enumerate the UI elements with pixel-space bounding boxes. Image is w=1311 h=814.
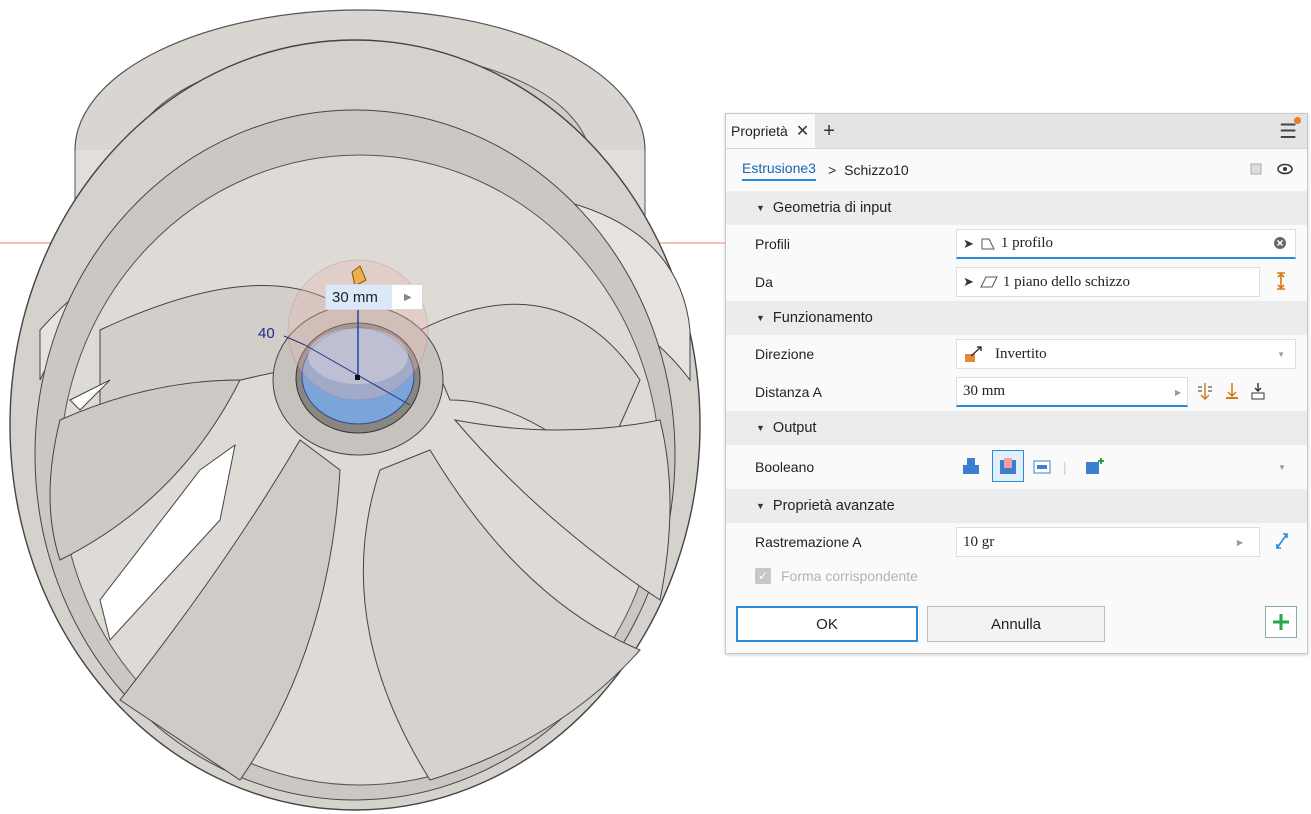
- add-button[interactable]: [1265, 606, 1297, 638]
- section-title: Output: [772, 420, 817, 436]
- section-output[interactable]: ▼ Output: [726, 411, 1307, 445]
- plane-icon: [980, 276, 998, 288]
- flip-offset-icon[interactable]: [1274, 271, 1288, 294]
- properties-panel: Proprietà ✕ + ☰ Estrusione3 > Schizzo10 …: [725, 113, 1308, 654]
- cursor-icon: ➤: [963, 274, 974, 289]
- row-taper: Rastremazione A 10 gr ▶: [726, 523, 1307, 561]
- collapse-triangle-icon[interactable]: ▼: [756, 313, 765, 323]
- direction-icon: [965, 346, 982, 362]
- dialog-buttons: OK Annulla: [736, 606, 1297, 642]
- row-profiles: Profili ➤ 1 profilo: [726, 225, 1307, 263]
- section-advanced[interactable]: ▼ Proprietà avanzate: [726, 489, 1307, 523]
- collapse-triangle-icon[interactable]: ▼: [756, 501, 765, 511]
- distance-dimension-input[interactable]: 30 mm ▶: [325, 284, 423, 310]
- flip-taper-icon[interactable]: [1274, 532, 1290, 553]
- from-selector[interactable]: ➤ 1 piano dello schizzo: [956, 267, 1260, 297]
- breadcrumb-feature[interactable]: Estrusione3: [742, 160, 816, 181]
- through-all-icon[interactable]: [1250, 382, 1266, 403]
- row-direction: Direzione Invertito ▼: [726, 335, 1307, 373]
- new-body-icon[interactable]: [1085, 457, 1105, 478]
- tab-label: Proprietà: [731, 123, 788, 139]
- cut-icon[interactable]: [992, 450, 1024, 482]
- section-title: Geometria di input: [772, 200, 892, 216]
- chevron-right-icon: >: [827, 162, 837, 178]
- dropdown-caret-icon[interactable]: ▼: [1278, 463, 1286, 472]
- breadcrumb-sketch[interactable]: Schizzo10: [844, 162, 909, 178]
- profile-icon: [981, 238, 995, 249]
- dropdown-caret-icon[interactable]: ▼: [1277, 350, 1285, 359]
- match-shape-label: Forma corrispondente: [781, 568, 918, 584]
- taper-arrow-icon[interactable]: ▶: [1237, 538, 1243, 547]
- row-boolean: Booleano | ▼: [726, 445, 1307, 489]
- from-value: 1 piano dello schizzo: [1002, 273, 1130, 290]
- row-from: Da ➤ 1 piano dello schizzo: [726, 263, 1307, 301]
- section-title: Proprietà avanzate: [772, 498, 895, 514]
- profiles-label: Profili: [755, 236, 791, 252]
- ok-button[interactable]: OK: [736, 606, 918, 642]
- panel-tabbar: Proprietà ✕ + ☰: [726, 114, 1307, 149]
- boolean-label: Booleano: [755, 459, 815, 475]
- distance-type-icon[interactable]: [1197, 382, 1213, 403]
- cursor-icon: ➤: [963, 235, 974, 251]
- profiles-selector[interactable]: ➤ 1 profilo: [956, 229, 1296, 259]
- row-distance: Distanza A 30 mm ▶: [726, 373, 1307, 411]
- match-shape-checkbox: ✓ Forma corrispondente: [755, 568, 918, 584]
- checkbox-checked-icon: ✓: [755, 568, 771, 584]
- breadcrumb: Estrusione3 > Schizzo10: [726, 149, 1307, 191]
- intersect-icon[interactable]: [1033, 457, 1051, 478]
- distance-input[interactable]: 30 mm: [956, 377, 1188, 407]
- taper-input[interactable]: 10 gr ▶: [956, 527, 1260, 557]
- join-icon[interactable]: [962, 457, 980, 478]
- plus-icon: [1273, 614, 1289, 630]
- section-operation[interactable]: ▼ Funzionamento: [726, 301, 1307, 335]
- collapse-triangle-icon[interactable]: ▼: [756, 203, 765, 213]
- taper-value: 10 gr: [963, 533, 995, 550]
- clear-icon[interactable]: [1273, 236, 1287, 255]
- collapse-triangle-icon[interactable]: ▼: [756, 423, 765, 433]
- distance-arrow-icon[interactable]: ▶: [1175, 388, 1181, 397]
- section-title: Funzionamento: [772, 310, 873, 326]
- row-match-shape: ✓ Forma corrispondente: [726, 561, 1307, 591]
- separator: |: [1063, 459, 1067, 475]
- direction-value: Invertito: [995, 345, 1047, 362]
- from-label: Da: [755, 274, 773, 290]
- profiles-value: 1 profilo: [1000, 235, 1053, 251]
- to-object-icon[interactable]: [1224, 382, 1240, 403]
- direction-label: Direzione: [755, 346, 815, 362]
- diameter-dimension: 40: [258, 325, 275, 342]
- close-icon[interactable]: ✕: [796, 121, 809, 141]
- eye-icon[interactable]: [1277, 163, 1293, 175]
- section-input-geometry[interactable]: ▼ Geometria di input: [726, 191, 1307, 225]
- cube-icon[interactable]: [1249, 162, 1263, 176]
- direction-dropdown[interactable]: Invertito ▼: [956, 339, 1296, 369]
- dimension-arrow-icon[interactable]: ▶: [404, 292, 412, 303]
- distance-value: 30 mm: [963, 383, 1006, 399]
- taper-label: Rastremazione A: [755, 534, 862, 550]
- hamburger-menu-icon[interactable]: ☰: [1279, 116, 1301, 144]
- add-tab-icon[interactable]: +: [823, 120, 835, 143]
- tab-properties[interactable]: Proprietà ✕: [726, 114, 816, 148]
- dimension-value[interactable]: 30 mm: [326, 285, 392, 309]
- notification-dot: [1294, 116, 1301, 124]
- cancel-button[interactable]: Annulla: [927, 606, 1105, 642]
- distance-label: Distanza A: [755, 384, 822, 400]
